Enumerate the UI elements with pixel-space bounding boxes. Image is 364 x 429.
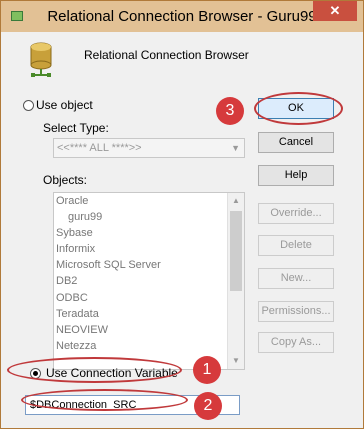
copy-as-button[interactable]: Copy As... bbox=[258, 332, 334, 353]
chevron-down-icon: ▼ bbox=[231, 143, 240, 153]
close-button[interactable]: ✕ bbox=[313, 1, 357, 21]
list-item[interactable]: Teradata bbox=[54, 306, 244, 322]
permissions-button[interactable]: Permissions... bbox=[258, 301, 334, 322]
cancel-button[interactable]: Cancel bbox=[258, 132, 334, 153]
list-item[interactable]: Netezza bbox=[54, 338, 244, 354]
delete-button[interactable]: Delete bbox=[258, 235, 334, 256]
use-object-radio[interactable] bbox=[23, 100, 34, 111]
help-button[interactable]: Help bbox=[258, 165, 334, 186]
scrollbar-thumb[interactable] bbox=[230, 211, 242, 291]
list-item[interactable]: guru99 bbox=[54, 209, 244, 225]
objects-label: Objects: bbox=[43, 173, 88, 187]
title-bar[interactable]: Relational Connection Browser - Guru99 ✕ bbox=[1, 1, 363, 32]
list-item[interactable]: NEOVIEW bbox=[54, 322, 244, 338]
annotation-marker-1: 1 bbox=[193, 356, 221, 384]
list-item[interactable]: Microsoft SQL Server bbox=[54, 257, 244, 273]
scroll-down-icon[interactable]: ▼ bbox=[228, 353, 244, 369]
annotation-ring-use-connection-variable bbox=[7, 357, 182, 383]
dialog-heading: Relational Connection Browser bbox=[84, 48, 249, 62]
database-icon bbox=[30, 42, 52, 77]
list-item[interactable]: Sybase bbox=[54, 225, 244, 241]
close-icon: ✕ bbox=[329, 3, 341, 18]
objects-scrollbar[interactable]: ▲ ▼ bbox=[227, 193, 244, 369]
dialog-content: Relational Connection Browser Use object… bbox=[7, 32, 355, 422]
scroll-up-icon[interactable]: ▲ bbox=[228, 193, 244, 209]
annotation-ring-connection-variable-input bbox=[21, 389, 188, 411]
annotation-marker-3: 3 bbox=[216, 97, 244, 125]
list-item[interactable]: ODBC bbox=[54, 290, 244, 306]
objects-list-items: Oracle guru99 Sybase Informix Microsoft SQL … bbox=[54, 193, 244, 354]
objects-list[interactable]: Oracle guru99 Sybase Informix Microsoft SQL … bbox=[53, 192, 245, 370]
new-button[interactable]: New... bbox=[258, 268, 334, 289]
select-type-value: <<**** ALL ****>> bbox=[57, 142, 142, 154]
select-type-label: Select Type: bbox=[43, 121, 109, 135]
list-item[interactable]: Oracle bbox=[54, 193, 244, 209]
window-title: Relational Connection Browser - Guru99 bbox=[47, 8, 317, 25]
use-object-label[interactable]: Use object bbox=[36, 98, 93, 112]
relational-connection-browser-dialog: Relational Connection Browser - Guru99 ✕… bbox=[0, 0, 364, 429]
override-button[interactable]: Override... bbox=[258, 203, 334, 224]
annotation-marker-2: 2 bbox=[194, 392, 222, 420]
list-item[interactable]: DB2 bbox=[54, 273, 244, 289]
select-type-dropdown[interactable]: <<**** ALL ****>> ▼ bbox=[53, 138, 245, 158]
list-item[interactable]: Informix bbox=[54, 241, 244, 257]
annotation-ring-ok-button bbox=[254, 92, 343, 125]
